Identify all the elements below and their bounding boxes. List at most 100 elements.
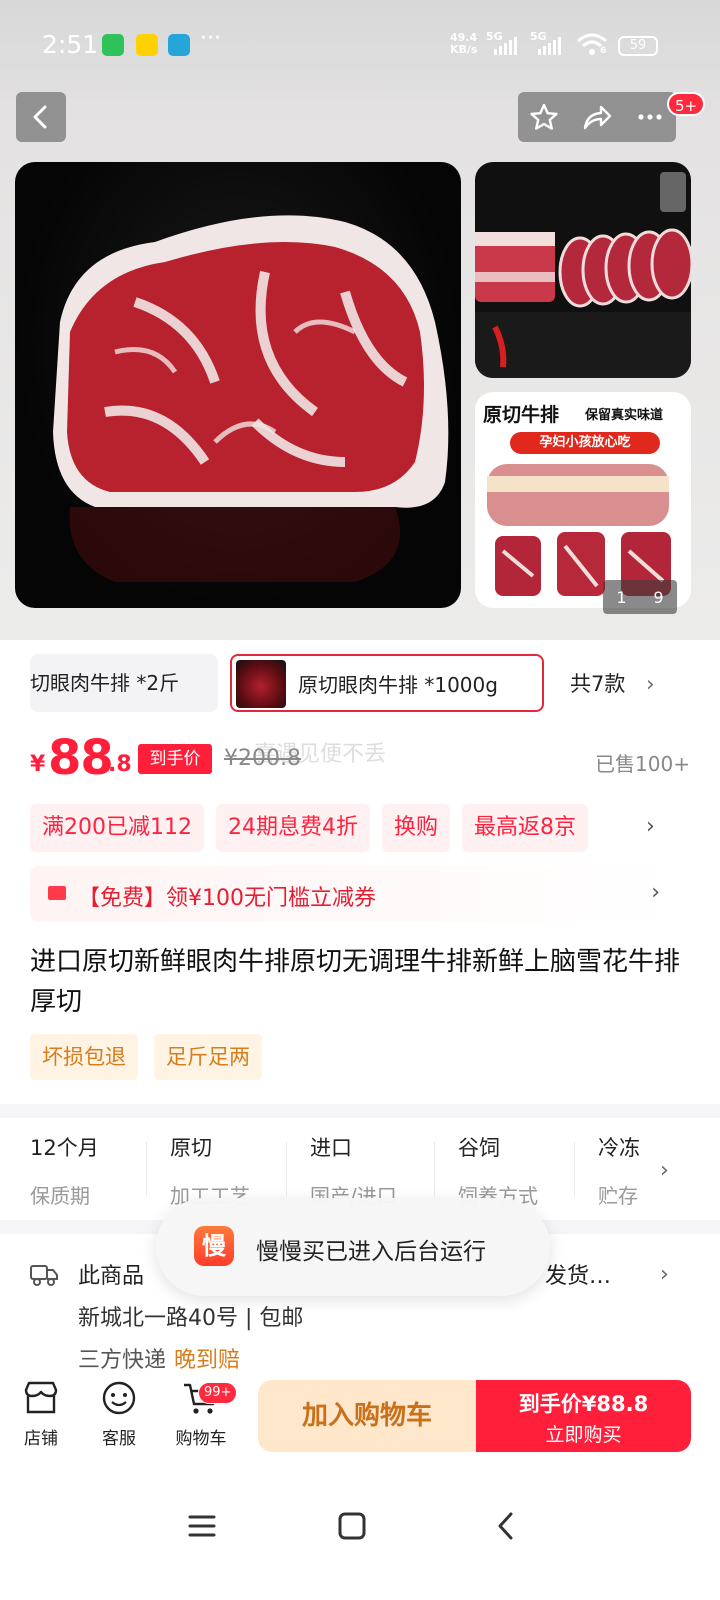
variant-thumbnail bbox=[236, 660, 286, 708]
menu-icon[interactable] bbox=[186, 1510, 218, 1542]
add-to-cart-button[interactable]: 加入购物车 bbox=[258, 1380, 476, 1452]
price-integer: 88 bbox=[48, 730, 114, 786]
variant-label: 原切眼肉牛排 *1000g bbox=[298, 673, 498, 697]
attribute-key: 保质期 bbox=[30, 1184, 90, 1208]
attribute-value: 12个月 bbox=[30, 1136, 99, 1160]
promo-discount[interactable]: 满200已减112 bbox=[30, 804, 204, 852]
price-row: ¥ 88 .8 到手价 ¥200.8 喜遇见便不丢 已售100+ bbox=[30, 730, 690, 790]
pager-total: 9 bbox=[653, 587, 664, 607]
attribute-value: 冷冻 bbox=[598, 1136, 640, 1160]
attribute-value: 进口 bbox=[310, 1136, 352, 1160]
chevron-right-icon: › bbox=[646, 672, 655, 696]
attribute-value: 谷饲 bbox=[458, 1136, 500, 1160]
coupon-text: 【免费】领¥100无门槛立减券 bbox=[78, 886, 376, 911]
wifi-sub: 6 bbox=[600, 46, 607, 56]
attribute-key: 贮存 bbox=[598, 1184, 638, 1208]
cart-badge: 99+ bbox=[198, 1382, 238, 1404]
separator bbox=[574, 1142, 575, 1196]
star-icon[interactable] bbox=[529, 102, 559, 132]
meituan-icon bbox=[136, 34, 158, 56]
service-tag[interactable]: 足斤足两 bbox=[154, 1034, 262, 1080]
buy-now-label: 立即购买 bbox=[545, 1424, 622, 1446]
attribute-value: 原切 bbox=[170, 1136, 212, 1160]
image-pager: 1 9 bbox=[603, 580, 677, 614]
service-tags: 坏损包退 足斤足两 bbox=[30, 1034, 262, 1080]
separator bbox=[434, 1142, 435, 1196]
wechat-icon bbox=[102, 34, 124, 56]
service-tag[interactable]: 坏损包退 bbox=[30, 1034, 138, 1080]
buy-now-button[interactable]: 到手价¥88.8 立即购买 bbox=[476, 1380, 691, 1452]
chevron-left-icon bbox=[33, 105, 47, 129]
share-icon[interactable] bbox=[581, 102, 613, 132]
shipping-line-1: 此商品 bbox=[78, 1264, 145, 1289]
section-divider bbox=[0, 1104, 720, 1118]
product-title: 进口原切新鲜眼肉牛排原切无调理牛排新鲜上脑雪花牛排厚切 bbox=[30, 947, 681, 1017]
manmanmai-app-icon: 慢 bbox=[194, 1226, 234, 1266]
header-actions bbox=[518, 92, 676, 142]
net-speed-unit: KB/s bbox=[450, 43, 478, 56]
toast-text: 慢慢买已进入后台运行 bbox=[256, 1239, 486, 1265]
thumb-pill: 孕妇小孩放心吃 bbox=[510, 432, 660, 454]
courier-label: 三方快递 bbox=[78, 1348, 167, 1373]
product-thumb-1[interactable] bbox=[475, 162, 691, 378]
promo-rebate[interactable]: 最高返8京 bbox=[462, 804, 588, 852]
currency-symbol: ¥ bbox=[30, 752, 46, 777]
store-button[interactable]: 店铺 bbox=[6, 1380, 76, 1449]
final-price-tag: 到手价 bbox=[138, 744, 212, 774]
store-icon bbox=[24, 1381, 58, 1414]
chevron-right-icon: › bbox=[651, 880, 660, 905]
signal-icon-2 bbox=[538, 37, 561, 55]
buy-price-label: 到手价¥88.8 bbox=[518, 1392, 649, 1416]
variant-label: 切眼肉牛排 *2斤 bbox=[30, 671, 180, 695]
coupon-icon bbox=[48, 886, 66, 900]
attribute-item: 冷冻 贮存 bbox=[598, 1132, 648, 1209]
chevron-right-icon: › bbox=[660, 1158, 669, 1183]
sliced-beef-image bbox=[475, 172, 691, 378]
steak-image bbox=[53, 215, 449, 582]
back-button[interactable] bbox=[16, 92, 66, 142]
signal-icon bbox=[494, 37, 517, 55]
app-notification-icon bbox=[168, 34, 190, 56]
chevron-right-icon: › bbox=[660, 1262, 669, 1287]
battery-level: 59 bbox=[629, 38, 647, 53]
separator bbox=[146, 1142, 147, 1196]
toast-notification: 慢 慢慢买已进入后台运行 bbox=[156, 1198, 550, 1296]
coupon-banner[interactable]: 【免费】领¥100无门槛立减券 › bbox=[30, 866, 676, 922]
more-icon[interactable] bbox=[635, 102, 665, 132]
customer-service-button[interactable]: 客服 bbox=[84, 1380, 154, 1449]
variant-total-link[interactable]: 共7款 › bbox=[570, 668, 654, 698]
more-notifications-icon: ··· bbox=[200, 26, 221, 51]
pager-current: 1 bbox=[616, 587, 627, 607]
attribute-item: 12个月 保质期 bbox=[30, 1132, 99, 1209]
separator bbox=[286, 1142, 287, 1196]
battery-icon: 59 bbox=[618, 36, 658, 56]
shipping-line-1-end: 发货… bbox=[545, 1264, 612, 1289]
promo-installment[interactable]: 24期息费4折 bbox=[215, 804, 370, 852]
product-main-image[interactable] bbox=[15, 162, 461, 608]
home-icon[interactable] bbox=[336, 1510, 368, 1542]
price-decimal: .8 bbox=[108, 752, 132, 777]
variant-option-1[interactable]: 切眼肉牛排 *2斤 bbox=[30, 654, 218, 712]
store-label: 店铺 bbox=[24, 1429, 58, 1449]
cart-label: 购物车 bbox=[175, 1429, 227, 1449]
shipping-courier: 三方快递 晚到赔 bbox=[78, 1342, 240, 1374]
thumb-title: 原切牛排 bbox=[483, 404, 560, 426]
variant-total-label: 共7款 bbox=[570, 672, 626, 696]
promo-row: 满200已减112 24期息费4折 换购 最高返8京 bbox=[30, 804, 670, 852]
chevron-right-icon[interactable]: › bbox=[646, 814, 655, 839]
shipping-address: 新城北一路40号 | 包邮 bbox=[78, 1306, 304, 1331]
truck-icon bbox=[30, 1265, 58, 1286]
net-speed: 49.4 KB/s bbox=[450, 32, 477, 56]
sold-count: 已售100+ bbox=[595, 752, 690, 776]
product-thumb-2[interactable]: 原切牛排 保留真实味道 孕妇小孩放心吃 bbox=[475, 392, 691, 608]
back-nav-icon[interactable] bbox=[490, 1510, 522, 1542]
promo-exchange[interactable]: 换购 bbox=[381, 804, 450, 852]
status-bar: 2:51 ··· 49.4 KB/s 5G 5G 6 59 bbox=[0, 0, 720, 90]
thumb-subtitle: 保留真实味道 bbox=[585, 408, 664, 423]
bottom-action-bar: 店铺 客服 购物车 99+ 加入购物车 到手价¥88.8 立即购买 bbox=[0, 1376, 720, 1466]
smile-icon bbox=[102, 1381, 136, 1415]
variant-option-2-selected[interactable]: 原切眼肉牛排 *1000g bbox=[230, 654, 544, 712]
message-badge: 5+ bbox=[667, 92, 706, 116]
system-nav-bar bbox=[0, 1480, 720, 1600]
status-time: 2:51 bbox=[42, 30, 99, 59]
